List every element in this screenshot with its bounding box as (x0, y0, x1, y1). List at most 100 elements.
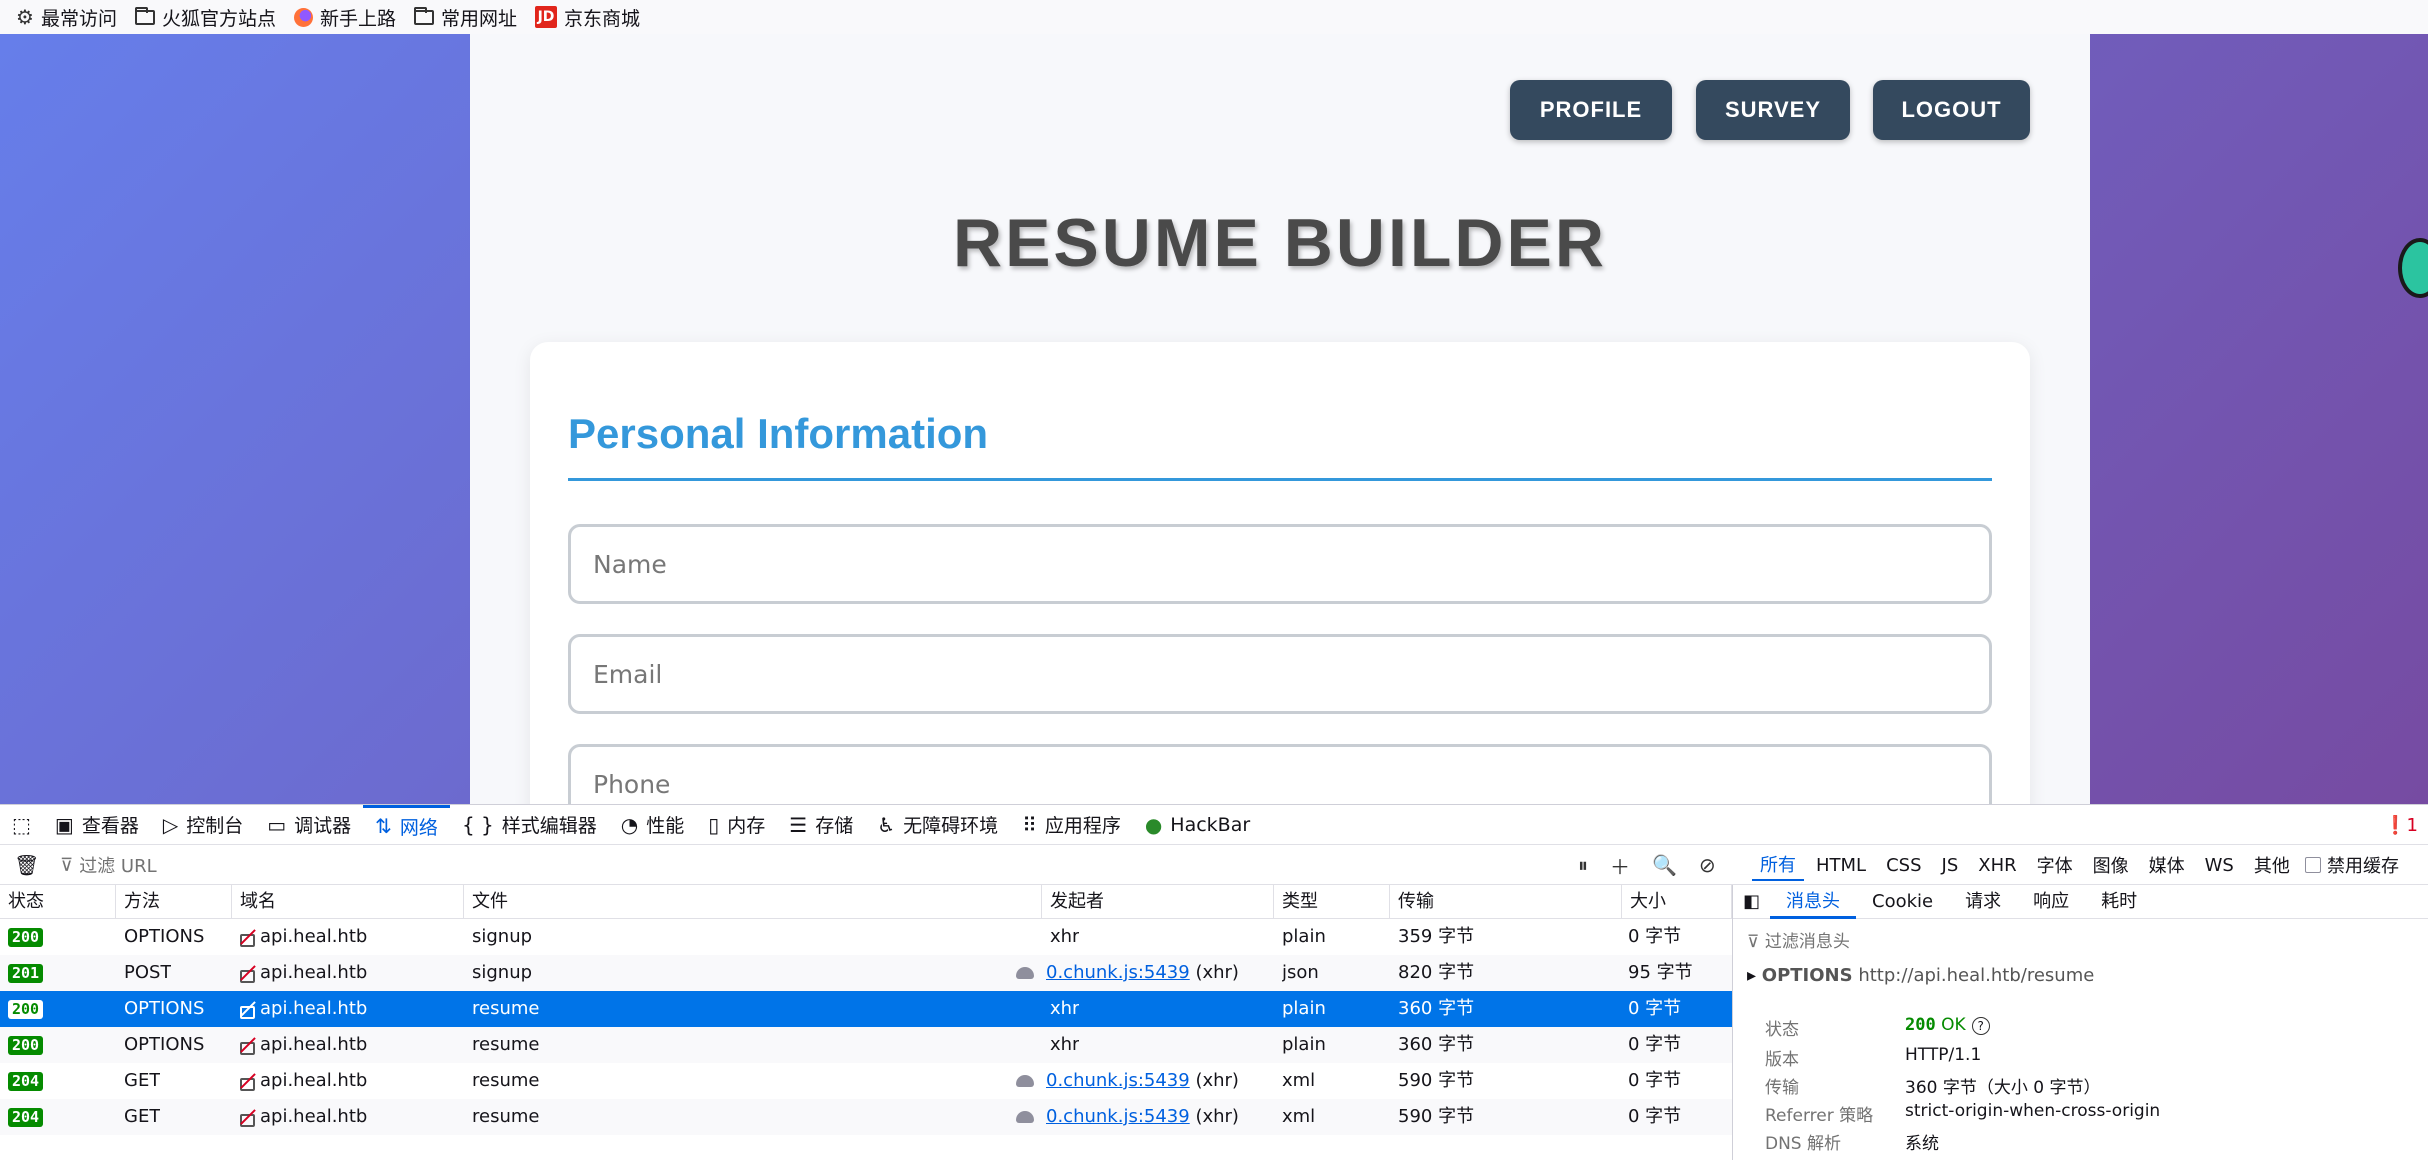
personal-info-card: Personal Information Name Email Phone (530, 342, 2030, 804)
tab-timings[interactable]: 耗时 (2085, 885, 2153, 919)
logout-button[interactable]: LOGOUT (1873, 80, 2030, 140)
tab-accessibility[interactable]: ♿ 无障碍环境 (865, 805, 1010, 845)
method: POST (124, 962, 172, 983)
size: 0 字节 (1628, 998, 1682, 1019)
initiator-link[interactable]: 0.chunk.js:5439 (1046, 1070, 1190, 1091)
tab-inspector[interactable]: ▣ 查看器 (43, 805, 151, 845)
filter-html[interactable]: HTML (1808, 853, 1874, 878)
extension-icon[interactable] (2398, 238, 2428, 298)
bookmark-most-visited[interactable]: ⚙ 最常访问 (16, 4, 117, 31)
picker-icon: ⬚ (12, 812, 31, 837)
tab-style-editor[interactable]: { } 样式编辑器 (450, 805, 609, 845)
disable-cache-checkbox[interactable]: 禁用缓存 (2305, 845, 2399, 885)
domain: api.heal.htb (260, 962, 368, 983)
filter-all[interactable]: 所有 (1752, 849, 1804, 881)
col-size[interactable]: 大小 (1622, 885, 1732, 919)
tab-cookies[interactable]: Cookie (1856, 885, 1949, 919)
table-row[interactable]: 204 GET api.heal.htb resume 0.chunk.js:5439 … (0, 1063, 1732, 1099)
bookmark-jd[interactable]: JD 京东商城 (535, 4, 640, 31)
trash-icon[interactable]: 🗑 (14, 853, 39, 877)
transferred: 359 字节 (1398, 926, 1475, 947)
devtools-tabs: ⬚ ▣ 查看器 ▷ 控制台 ▭ 调试器 ⇅ 网络 { } 样式编辑器 ◔ 性能 ▯ 内存 ☰ 存… (0, 804, 2428, 845)
tab-request[interactable]: 请求 (1949, 885, 2017, 919)
table-row[interactable]: 200 OPTIONS api.heal.htb resume xhr plain 360 … (0, 1027, 1732, 1063)
tab-storage[interactable]: ☰ 存储 (777, 805, 865, 845)
tab-headers[interactable]: 消息头 (1770, 885, 1857, 919)
filter-js[interactable]: JS (1934, 853, 1967, 878)
name-field[interactable]: Name (568, 524, 1992, 604)
transferred: 360 字节 (1398, 998, 1475, 1019)
insecure-lock-icon (238, 1036, 255, 1055)
col-domain[interactable]: 域名 (232, 885, 464, 919)
initiator: xhr (1050, 998, 1080, 1019)
size: 0 字节 (1628, 1070, 1682, 1091)
filter-xhr[interactable]: XHR (1970, 853, 2024, 878)
element-picker-button[interactable]: ⬚ (0, 805, 43, 845)
tab-debugger[interactable]: ▭ 调试器 (255, 805, 363, 845)
type: xml (1282, 1070, 1316, 1091)
table-header: 状态 方法 域名 文件 发起者 类型 传输 大小 (0, 885, 1732, 919)
search-icon[interactable]: 🔍 (1652, 853, 1677, 877)
pause-icon[interactable]: ⏸ (1578, 853, 1588, 877)
filter-media[interactable]: 媒体 (2141, 850, 2193, 880)
url-filter-input[interactable]: ⊽ 过滤 URL (60, 845, 157, 885)
col-method[interactable]: 方法 (116, 885, 232, 919)
accessibility-icon: ♿ (877, 812, 896, 837)
initiator-link[interactable]: 0.chunk.js:5439 (1046, 1106, 1190, 1127)
size: 0 字节 (1628, 1034, 1682, 1055)
status-badge: 200 (8, 928, 44, 947)
col-file[interactable]: 文件 (464, 885, 1042, 919)
col-initiator[interactable]: 发起者 (1042, 885, 1274, 919)
help-icon[interactable]: ? (1971, 1017, 1990, 1035)
status-badge: 200 (8, 1036, 44, 1055)
survey-button[interactable]: SURVEY (1696, 80, 1850, 140)
request-table: 状态 方法 域名 文件 发起者 类型 传输 大小 200 OPTIONS api.h… (0, 885, 1732, 1160)
headers-filter-input[interactable]: ⊽ 过滤消息头 (1747, 927, 1850, 952)
col-type[interactable]: 类型 (1274, 885, 1390, 919)
table-row[interactable]: 200 OPTIONS api.heal.htb signup xhr plain 359 … (0, 919, 1732, 955)
tab-memory[interactable]: ▯ 内存 (696, 805, 777, 845)
error-counter[interactable]: ❗1 (2384, 815, 2418, 836)
filter-ws[interactable]: WS (2197, 853, 2242, 878)
type: xml (1282, 1106, 1316, 1127)
plus-icon[interactable]: ＋ (1610, 851, 1630, 880)
expand-icon: ▸ (1747, 965, 1762, 986)
phone-field[interactable]: Phone (568, 744, 1992, 804)
filter-css[interactable]: CSS (1878, 853, 1929, 878)
domain: api.heal.htb (260, 926, 368, 947)
gear-icon: ⚙ (16, 5, 34, 29)
table-row[interactable]: 200 OPTIONS api.heal.htb resume xhr plain 360 … (0, 991, 1732, 1027)
bookmark-getting-started[interactable]: 新手上路 (293, 4, 396, 31)
col-status[interactable]: 状态 (0, 885, 116, 919)
tab-network[interactable]: ⇅ 网络 (363, 804, 450, 845)
domain: api.heal.htb (260, 1070, 368, 1091)
sidebar-toggle-icon[interactable]: ◧ (1733, 891, 1770, 912)
filter-other[interactable]: 其他 (2246, 850, 2298, 880)
tab-application[interactable]: ⠿ 应用程序 (1010, 805, 1133, 845)
col-transferred[interactable]: 传输 (1390, 885, 1622, 919)
tab-hackbar[interactable]: ● HackBar (1133, 805, 1262, 845)
filter-images[interactable]: 图像 (2085, 850, 2137, 880)
email-field[interactable]: Email (568, 634, 1992, 714)
file: signup (472, 962, 533, 983)
file: resume (472, 1034, 540, 1055)
inspector-icon: ▣ (54, 812, 74, 837)
bookmark-firefox-site[interactable]: 火狐官方站点 (134, 4, 276, 31)
tab-response[interactable]: 响应 (2017, 885, 2085, 919)
block-icon[interactable]: ⊘ (1699, 853, 1716, 877)
tab-console[interactable]: ▷ 控制台 (151, 805, 255, 845)
tab-performance[interactable]: ◔ 性能 (609, 805, 696, 845)
profile-button[interactable]: PROFILE (1510, 80, 1672, 140)
network-toolbar: 🗑 ⊽ 过滤 URL ⏸ ＋ 🔍 ⊘ 所有 HTML CSS JS XHR 字体 … (0, 845, 2428, 885)
filter-icon: ⊽ (60, 854, 74, 876)
table-row[interactable]: 201 POST api.heal.htb signup 0.chunk.js:5439… (0, 955, 1732, 991)
bookmark-common-sites[interactable]: 常用网址 (413, 4, 517, 31)
request-summary[interactable]: ▸ OPTIONS http://api.heal.htb/resume (1747, 965, 2094, 986)
table-row[interactable]: 204 GET api.heal.htb resume 0.chunk.js:5439 … (0, 1099, 1732, 1135)
status-badge: 204 (8, 1072, 44, 1091)
insecure-lock-icon (238, 1000, 255, 1019)
initiator-link[interactable]: 0.chunk.js:5439 (1046, 962, 1190, 983)
file: resume (472, 1106, 540, 1127)
insecure-lock-icon (238, 1108, 255, 1127)
filter-fonts[interactable]: 字体 (2029, 850, 2081, 880)
